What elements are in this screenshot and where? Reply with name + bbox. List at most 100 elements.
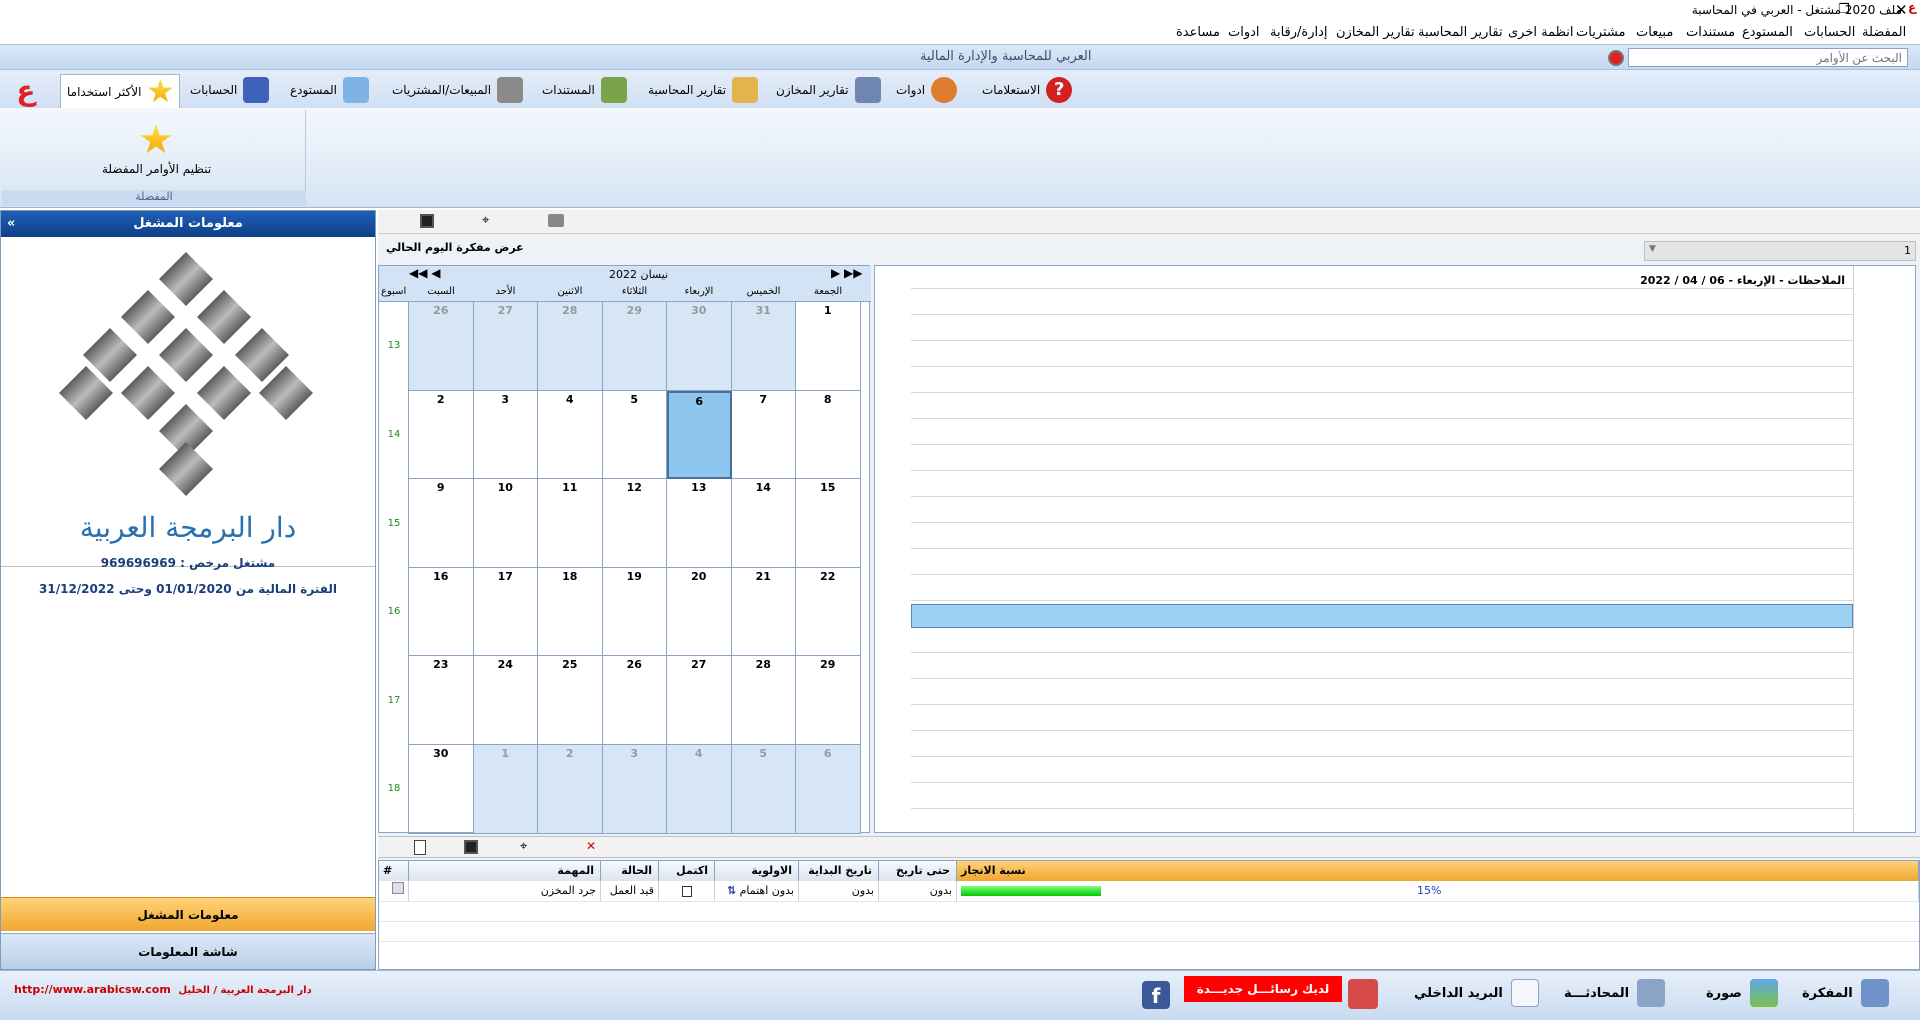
task-end[interactable]: بدون <box>879 881 957 901</box>
calendar-day[interactable]: 28 <box>538 302 603 391</box>
tab-accounting-reports[interactable]: تقارير المحاسبة <box>642 74 764 106</box>
calendar-day[interactable]: 2 <box>538 745 603 834</box>
calendar-day[interactable]: 12 <box>602 479 667 568</box>
next-month-icon[interactable]: ▶ ▶▶ <box>831 266 863 280</box>
delete-task-icon[interactable]: ✕ <box>586 839 596 853</box>
chat-button[interactable]: المحادثـــة <box>1564 979 1666 1007</box>
menu-warehouse[interactable]: المستودع <box>1742 25 1793 40</box>
notebook-button[interactable]: المفكرة <box>1802 979 1889 1007</box>
calendar-day[interactable]: 27 <box>667 656 732 745</box>
calendar-day[interactable]: 3 <box>602 745 667 834</box>
col-priority[interactable]: الاولوية <box>715 861 799 881</box>
calendar-day[interactable]: 27 <box>473 302 538 391</box>
menu-documents[interactable]: مستندات <box>1686 25 1735 40</box>
calendar-day[interactable]: 23 <box>409 656 474 745</box>
calendar-day[interactable]: 26 <box>602 656 667 745</box>
calendar-day[interactable]: 3 <box>473 390 538 480</box>
task-status[interactable]: قيد العمل <box>601 881 659 901</box>
calendar-day[interactable]: 8 <box>796 390 861 480</box>
calendar-day[interactable]: 5 <box>602 390 667 480</box>
task-complete-checkbox[interactable] <box>659 881 715 901</box>
collapse-chevron-icon[interactable]: « <box>7 211 15 237</box>
task-row-edit[interactable] <box>379 881 409 901</box>
search-task-icon[interactable]: ⌖ <box>520 839 527 854</box>
calendar-day[interactable]: 9 <box>409 479 474 568</box>
tab-queries[interactable]: الاستعلامات ? <box>976 74 1078 106</box>
calendar-day[interactable]: 29 <box>796 656 861 745</box>
calendar-day[interactable]: 22 <box>796 567 861 657</box>
menu-tools[interactable]: ادوات <box>1228 25 1260 40</box>
col-index[interactable]: # <box>379 861 409 881</box>
calendar-day[interactable]: 18 <box>538 567 603 657</box>
calendar-day[interactable]: 4 <box>667 745 732 834</box>
picture-button[interactable]: صورة <box>1706 979 1778 1007</box>
facebook-icon[interactable]: f <box>1142 981 1170 1009</box>
prev-month-icon[interactable]: ◀◀ ◀ <box>409 266 441 280</box>
save-icon[interactable] <box>420 214 434 228</box>
col-task[interactable]: المهمة <box>409 861 601 881</box>
menu-sales[interactable]: مبيعات <box>1636 25 1673 40</box>
calendar-day-today[interactable]: 6 <box>667 390 732 480</box>
website-link[interactable]: http://www.arabicsw.com دار البرمجة العر… <box>14 983 312 996</box>
calendar-day[interactable]: 21 <box>731 567 796 657</box>
operator-info-button[interactable]: معلومات المشغل <box>1 897 375 931</box>
task-start[interactable]: بدون <box>799 881 879 901</box>
col-complete[interactable]: اكتمل <box>659 861 715 881</box>
menu-accounting-reports[interactable]: تقارير المحاسبة <box>1418 25 1503 40</box>
calendar-day[interactable]: 7 <box>731 390 796 480</box>
col-progress[interactable]: نسبة الانجاز <box>957 861 1919 881</box>
calendar-day[interactable]: 30 <box>409 745 474 834</box>
calendar-day[interactable]: 11 <box>538 479 603 568</box>
menu-other-systems[interactable]: انظمة اخرى <box>1508 25 1574 40</box>
calendar-day[interactable]: 26 <box>409 302 474 391</box>
tab-tools[interactable]: ادوات <box>890 74 963 106</box>
mailbox-icon[interactable] <box>1348 979 1378 1009</box>
calendar-day[interactable]: 13 <box>667 479 732 568</box>
close-window-button[interactable]: ✕ <box>1895 1 1908 19</box>
col-end[interactable]: حتى تاريخ <box>879 861 957 881</box>
favorites-star-icon[interactable] <box>140 124 172 154</box>
calendar-day[interactable]: 19 <box>602 567 667 657</box>
save-task-icon[interactable] <box>464 840 478 854</box>
menu-accounts[interactable]: الحسابات <box>1804 25 1855 40</box>
tab-most-used[interactable]: الأكثر استخداما <box>60 74 181 108</box>
search-clear-icon[interactable] <box>1608 50 1624 66</box>
calendar-day[interactable]: 5 <box>731 745 796 834</box>
calendar-day[interactable]: 6 <box>796 745 861 834</box>
binoculars-icon[interactable]: ⌖ <box>482 213 489 228</box>
calendar-day[interactable]: 16 <box>409 567 474 657</box>
info-screen-button[interactable]: شاشة المعلومات <box>1 933 375 969</box>
selected-note-row[interactable] <box>911 604 1853 628</box>
calendar-day[interactable]: 25 <box>538 656 603 745</box>
menu-favorites[interactable]: المفضلة <box>1862 25 1906 40</box>
menu-purchases[interactable]: مشتريات <box>1576 25 1625 40</box>
task-name[interactable]: جرد المخزن <box>409 881 601 901</box>
calendar-day[interactable]: 2 <box>409 390 474 480</box>
calendar-day[interactable]: 4 <box>538 390 603 480</box>
tab-warehouse[interactable]: المستودع <box>284 74 375 106</box>
app-menu-logo-icon[interactable]: ع <box>10 74 42 107</box>
calendar-day[interactable]: 1 <box>796 302 861 391</box>
calendar-day[interactable]: 10 <box>473 479 538 568</box>
calendar-day[interactable]: 28 <box>731 656 796 745</box>
menu-help[interactable]: مساعدة <box>1176 25 1220 40</box>
calendar-day[interactable]: 29 <box>602 302 667 391</box>
tab-warehouse-reports[interactable]: تقارير المخازن <box>770 74 887 106</box>
calendar-day[interactable]: 15 <box>796 479 861 568</box>
tab-accounts[interactable]: الحسابات <box>184 74 275 106</box>
new-messages-alert[interactable]: لديك رسائـــل جديـــدة <box>1184 976 1342 1002</box>
menu-admin[interactable]: إدارة/رقابة <box>1270 25 1328 40</box>
tab-sales-purchases[interactable]: المبيعات/المشتريات <box>386 74 529 106</box>
calendar-day[interactable]: 20 <box>667 567 732 657</box>
calendar-day[interactable]: 17 <box>473 567 538 657</box>
col-start[interactable]: تاريخ البداية <box>799 861 879 881</box>
menu-warehouse-reports[interactable]: تقارير المخازن <box>1336 25 1415 40</box>
print-icon[interactable] <box>548 214 564 227</box>
restore-window-button[interactable]: ❐ <box>1838 2 1850 17</box>
internal-mail-button[interactable]: البريد الداخلي <box>1414 979 1539 1007</box>
tab-documents[interactable]: المستندات <box>536 74 633 106</box>
calendar-day[interactable]: 1 <box>473 745 538 834</box>
calendar-day[interactable]: 14 <box>731 479 796 568</box>
notes-combo[interactable]: 1 ▼ <box>1644 241 1916 261</box>
calendar-day[interactable]: 24 <box>473 656 538 745</box>
